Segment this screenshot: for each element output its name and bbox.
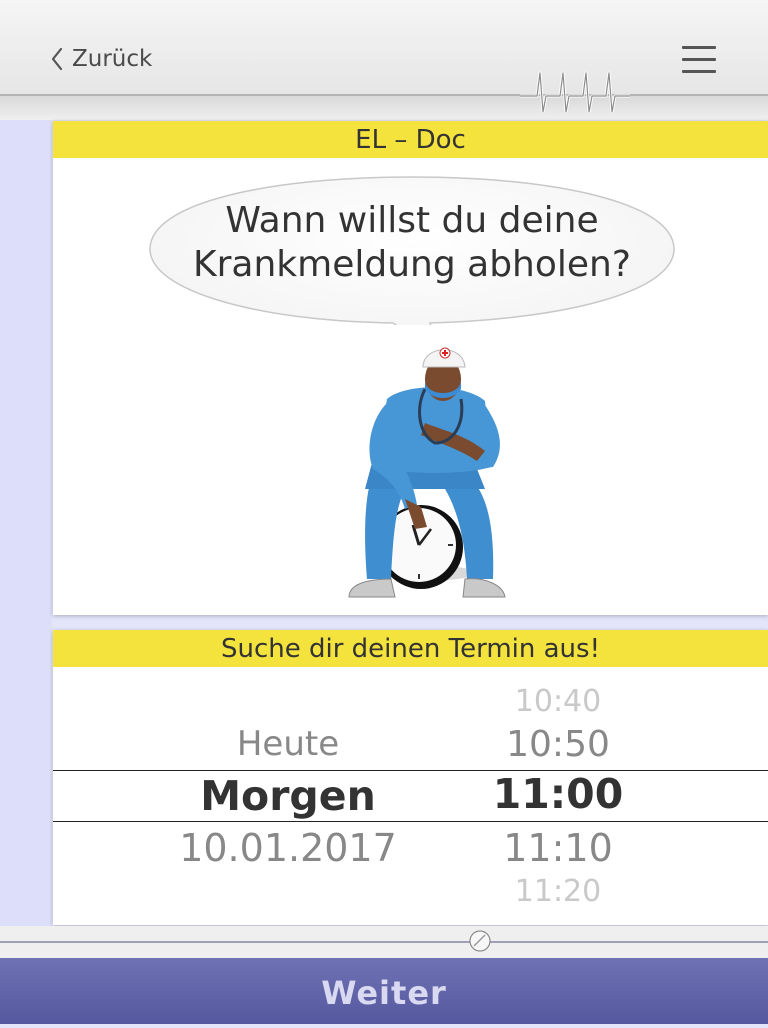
footer-divider — [0, 941, 768, 943]
speech-text: Wann willst du deine Krankmeldung abhole… — [148, 199, 676, 287]
back-label: Zurück — [72, 46, 153, 72]
doctor-card: EL – Doc Wann willst du deine Krankmeldu… — [53, 121, 768, 615]
pill-icon — [469, 930, 491, 952]
card-title: EL – Doc — [53, 121, 768, 158]
next-button[interactable]: Weiter — [0, 958, 768, 1024]
speech-line: Wann willst du deine — [225, 200, 599, 241]
appointment-card: Suche dir deinen Termin aus! Heute Morge… — [53, 630, 768, 925]
date-option-selected[interactable]: Morgen — [163, 772, 413, 820]
time-option[interactable]: 10:50 — [453, 724, 663, 765]
time-option[interactable]: 10:40 — [453, 684, 663, 719]
doctor-illustration — [348, 347, 506, 598]
back-button[interactable]: Zurück — [50, 44, 152, 74]
time-option-selected[interactable]: 11:00 — [453, 770, 663, 818]
date-option[interactable]: 10.01.2017 — [163, 826, 413, 870]
card-title: Suche dir deinen Termin aus! — [53, 630, 768, 667]
time-option[interactable]: 11:10 — [453, 826, 663, 870]
picker-selection-bottom-line — [53, 821, 768, 822]
hamburger-icon-line — [682, 58, 716, 61]
date-option[interactable]: Heute — [163, 724, 413, 764]
menu-button[interactable] — [682, 46, 716, 74]
heartbeat-icon — [520, 71, 630, 114]
navigation-bar-shadow — [0, 96, 768, 120]
speech-line: Krankmeldung abholen? — [193, 244, 631, 285]
hamburger-icon — [682, 46, 716, 49]
chevron-left-icon — [51, 47, 63, 71]
time-option[interactable]: 11:20 — [453, 874, 663, 909]
left-margin — [0, 120, 52, 942]
hamburger-icon-line — [682, 70, 716, 73]
